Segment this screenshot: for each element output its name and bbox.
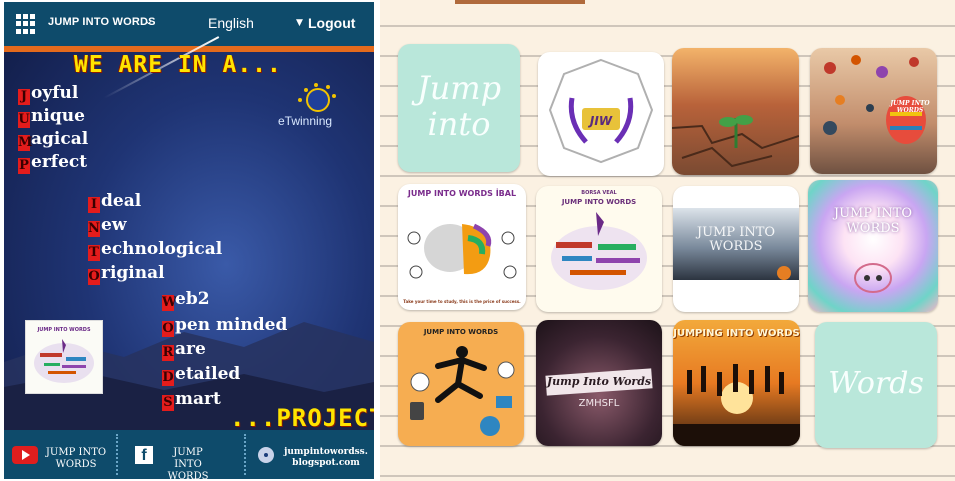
tile-jump-into[interactable]: Jump into xyxy=(398,44,520,172)
tile-jumper-orange[interactable]: JUMP INTO WORDS xyxy=(398,322,524,446)
acrostic-cap: O xyxy=(162,321,174,337)
apps-grid-icon[interactable] xyxy=(16,14,36,34)
sprout-icon xyxy=(672,115,799,168)
sunset-title: JUMPING INTO WORDS xyxy=(673,328,800,339)
acrostic-rest: mart xyxy=(175,389,221,409)
tile-landscape[interactable]: JUMP INTO WORDS xyxy=(673,186,799,312)
blog-link[interactable]: jumpintowordss. blogspot.com xyxy=(280,447,372,469)
jumping-person-icon xyxy=(410,346,515,436)
colorsplash-text: JUMP INTO WORDS xyxy=(833,206,913,236)
poster-panel: JUMP INTO WORDS ⌄ English ▼ Logout WE AR… xyxy=(4,2,374,479)
brain-doodle-icon xyxy=(854,263,892,293)
acrostic-word: Web2 xyxy=(162,288,210,311)
logout-button[interactable]: Logout xyxy=(308,15,355,31)
jiw-logo-text: JIW xyxy=(589,114,613,128)
acrostic-word: Smart xyxy=(162,388,221,411)
tile-brain[interactable]: JUMP INTO WORDS İBAL Take your time to s… xyxy=(398,184,526,310)
acrostic-rest: pen minded xyxy=(175,315,288,335)
acrostic-cap: U xyxy=(18,112,30,128)
jumper-title: JUMP INTO WORDS xyxy=(423,328,499,336)
tile-colorsplash[interactable]: JUMP INTO WORDS xyxy=(808,180,938,312)
acrostic-cap: P xyxy=(18,158,30,174)
acrostic-cap: S xyxy=(162,395,174,411)
acrostic-word: Ideal xyxy=(88,190,141,213)
acrostic-rest: riginal xyxy=(101,263,165,283)
wordcloud-icon xyxy=(551,212,647,290)
language-selector[interactable]: English xyxy=(208,15,254,31)
dark-cloud-title: Jump Into Words xyxy=(546,375,652,388)
acrostic-word: Joyful xyxy=(18,82,78,105)
tile-cracked-earth[interactable] xyxy=(672,48,799,175)
acrostic-cap: M xyxy=(18,135,33,151)
acrostic-rest: agical xyxy=(31,129,89,149)
top-nav: JUMP INTO WORDS ⌄ English ▼ Logout xyxy=(4,2,374,46)
landscape-text: JUMP INTO WORDS xyxy=(696,225,776,254)
acrostic-cap: J xyxy=(18,89,30,105)
brain-title: JUMP INTO WORDS İBAL xyxy=(407,189,517,198)
blogger-icon[interactable] xyxy=(258,447,274,463)
acrostic-word: Perfect xyxy=(18,151,87,174)
dark-cloud-subtitle: ZMHSFL xyxy=(578,398,620,409)
acrostic-rest: nique xyxy=(31,106,85,126)
divider xyxy=(116,434,118,475)
acrostic-cap: N xyxy=(88,221,100,237)
acrostic-rest: etailed xyxy=(175,364,241,384)
facebook-icon[interactable]: f xyxy=(135,446,153,464)
acrostic-rest: ew xyxy=(101,215,127,235)
youtube-link[interactable]: JUMP INTO WORDS xyxy=(44,447,108,471)
acrostic-rest: deal xyxy=(101,191,142,211)
wordcloud-title: JUMP INTO WORDS xyxy=(561,198,637,206)
acrostic-word: Original xyxy=(88,262,165,285)
acrostic-word: New xyxy=(88,214,126,237)
acrostic-rest: eb2 xyxy=(175,289,210,309)
wordcloud-subtitle: BORSA VEAL xyxy=(581,190,617,196)
brain-subtitle: Take your time to study, this is the pri… xyxy=(403,299,521,304)
badge-icon xyxy=(777,266,791,280)
acrostic-cap: T xyxy=(88,245,100,261)
acrostic-word: Unique xyxy=(18,105,85,128)
brain-icon xyxy=(407,223,517,279)
blog-url-line2: blogspot.com xyxy=(292,458,360,468)
tile-dark-cloud[interactable]: Jump Into Words ZMHSFL xyxy=(536,320,662,446)
acrostic-word: Detailed xyxy=(162,363,240,386)
tile-jiw-logo[interactable]: JIW xyxy=(538,52,664,176)
acrostic-word: Technological xyxy=(88,238,222,261)
divider xyxy=(244,434,246,475)
acrostic-rest: are xyxy=(175,339,206,359)
balloon-text: JUMP INTO WORDS xyxy=(890,100,930,114)
acrostic-rest: echnological xyxy=(101,239,223,259)
tile-jump-into-text: Jump into xyxy=(416,69,502,143)
acrostic-word: Open minded xyxy=(162,314,287,337)
acrostic-cap: W xyxy=(162,295,177,311)
wordcloud-icon xyxy=(34,339,94,383)
poster-thumbnail[interactable]: JUMP INTO WORDS xyxy=(25,320,103,394)
tile-wordcloud[interactable]: BORSA VEAL JUMP INTO WORDS xyxy=(536,186,662,312)
project-label: ...PROJECT xyxy=(230,404,374,432)
acrostic-cap: R xyxy=(162,345,174,361)
tile-words-text: Words xyxy=(828,366,924,401)
top-strip xyxy=(455,0,585,4)
caret-down-icon: ▼ xyxy=(296,18,303,28)
chevron-down-icon[interactable]: ⌄ xyxy=(144,14,153,27)
acrostic-word: Magical xyxy=(18,128,88,151)
tile-balloons[interactable]: JUMP INTO WORDS xyxy=(810,48,937,174)
blog-url-line1: jumpintowordss. xyxy=(284,447,368,457)
poster-headline: WE ARE IN A... xyxy=(74,52,282,78)
acrostic-cap: O xyxy=(88,269,100,285)
tile-sunset[interactable]: JUMPING INTO WORDS xyxy=(673,320,800,446)
footer-links: JUMP INTO WORDS f JUMP INTO WORDS jumpin… xyxy=(4,430,374,479)
acrostic-rest: oyful xyxy=(31,83,79,103)
etwinning-label: eTwinning xyxy=(278,114,333,128)
tile-words[interactable]: Words xyxy=(815,322,937,448)
facebook-link[interactable]: JUMP INTO WORDS xyxy=(158,447,218,479)
acrostic-rest: erfect xyxy=(31,152,88,172)
acrostic-cap: D xyxy=(162,370,174,386)
brand-title[interactable]: JUMP INTO WORDS xyxy=(48,16,156,28)
acrostic-cap: I xyxy=(88,197,100,213)
youtube-icon[interactable] xyxy=(12,446,38,464)
acrostic-word: Rare xyxy=(162,338,206,361)
